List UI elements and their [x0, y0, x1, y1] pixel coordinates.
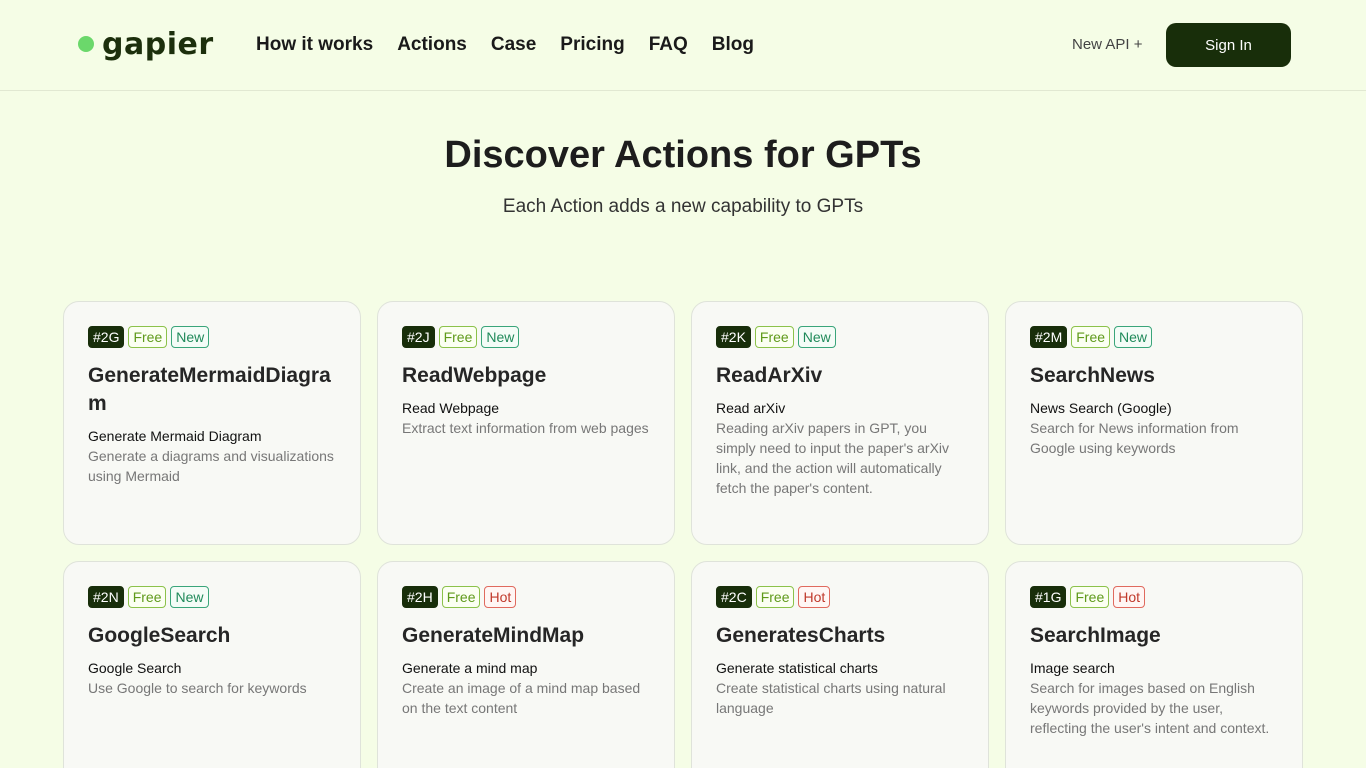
- action-card[interactable]: #2G Free New GenerateMermaidDiagram Gene…: [63, 301, 361, 545]
- action-card[interactable]: #2N Free New GoogleSearch Google Search …: [63, 561, 361, 768]
- card-subtitle: Generate statistical charts: [716, 660, 878, 676]
- page-title: Discover Actions for GPTs: [444, 134, 922, 176]
- card-subtitle: Generate Mermaid Diagram: [88, 428, 262, 444]
- nav-faq[interactable]: FAQ: [649, 33, 688, 57]
- card-tags: #2H Free Hot: [402, 586, 650, 608]
- action-id-badge: #2M: [1030, 326, 1068, 348]
- card-subtitle: Read arXiv: [716, 400, 786, 416]
- action-id-badge: #1G: [1030, 586, 1067, 608]
- action-card[interactable]: #2C Free Hot GeneratesCharts Generate st…: [691, 561, 989, 768]
- action-id-badge: #2H: [402, 586, 438, 608]
- card-tags: #2C Free Hot: [716, 586, 964, 608]
- status-badge: New: [481, 326, 520, 348]
- card-title: GeneratesCharts: [716, 624, 886, 647]
- status-badge: New: [171, 326, 210, 348]
- free-badge: Free: [128, 326, 168, 348]
- card-title: ReadArXiv: [716, 364, 823, 387]
- nav-blog[interactable]: Blog: [712, 33, 754, 57]
- action-card[interactable]: #2J Free New ReadWebpage Read Webpage Ex…: [377, 301, 675, 545]
- card-subtitle: Image search: [1030, 660, 1115, 676]
- card-subtitle: Generate a mind map: [402, 660, 538, 676]
- brand-name: gapier: [102, 26, 214, 62]
- top-header: gapier How it works Actions Case Pricing…: [0, 0, 1366, 91]
- free-badge: Free: [754, 326, 794, 348]
- free-badge: Free: [438, 326, 478, 348]
- logo-dot-icon: [78, 36, 94, 52]
- card-description: Create statistical charts using natural …: [716, 680, 946, 716]
- nav-how-it-works[interactable]: How it works: [256, 33, 373, 57]
- status-badge: Hot: [798, 586, 831, 608]
- action-id-badge: #2G: [88, 326, 125, 348]
- status-badge: Hot: [1113, 586, 1146, 608]
- status-badge: New: [1114, 326, 1153, 348]
- action-id-badge: #2K: [716, 326, 751, 348]
- card-subtitle: News Search (Google): [1030, 400, 1172, 416]
- new-api-link[interactable]: New API +: [1072, 36, 1142, 54]
- card-tags: #2G Free New: [88, 326, 336, 348]
- nav-pricing[interactable]: Pricing: [560, 33, 624, 57]
- card-tags: #2K Free New: [716, 326, 964, 348]
- main-nav: How it works Actions Case Pricing FAQ Bl…: [256, 33, 778, 57]
- card-title: GenerateMindMap: [402, 624, 585, 647]
- card-tags: #2N Free New: [88, 586, 336, 608]
- card-description: Generate a diagrams and visualizations u…: [88, 448, 334, 484]
- action-card[interactable]: #2H Free Hot GenerateMindMap Generate a …: [377, 561, 675, 768]
- card-subtitle: Google Search: [88, 660, 182, 676]
- free-badge: Free: [441, 586, 481, 608]
- card-tags: #2M Free New: [1030, 326, 1278, 348]
- card-title: GoogleSearch: [88, 624, 231, 647]
- card-title: GenerateMermaidDiagram: [88, 364, 331, 415]
- nav-case[interactable]: Case: [491, 33, 536, 57]
- card-tags: #2J Free New: [402, 326, 650, 348]
- status-badge: New: [170, 586, 209, 608]
- action-card[interactable]: #1G Free Hot SearchImage Image search Se…: [1005, 561, 1303, 768]
- card-title: SearchNews: [1030, 364, 1155, 387]
- brand-logo[interactable]: gapier: [78, 26, 214, 62]
- sign-in-button[interactable]: Sign In: [1166, 23, 1291, 67]
- card-title: SearchImage: [1030, 624, 1161, 647]
- free-badge: Free: [127, 586, 167, 608]
- free-badge: Free: [755, 586, 795, 608]
- action-card[interactable]: #2M Free New SearchNews News Search (Goo…: [1005, 301, 1303, 545]
- card-description: Reading arXiv papers in GPT, you simply …: [716, 420, 950, 496]
- card-description: Search for images based on English keywo…: [1030, 680, 1270, 736]
- card-description: Use Google to search for keywords: [88, 680, 307, 696]
- action-card[interactable]: #2K Free New ReadArXiv Read arXiv Readin…: [691, 301, 989, 545]
- card-description: Create an image of a mind map based on t…: [402, 680, 641, 716]
- action-id-badge: #2N: [88, 586, 124, 608]
- page-subtitle: Each Action adds a new capability to GPT…: [502, 196, 864, 217]
- card-description: Extract text information from web pages: [402, 420, 649, 436]
- action-id-badge: #2C: [716, 586, 752, 608]
- free-badge: Free: [1071, 326, 1111, 348]
- status-badge: Hot: [484, 586, 517, 608]
- free-badge: Free: [1070, 586, 1110, 608]
- card-description: Search for News information from Google …: [1030, 420, 1239, 456]
- card-subtitle: Read Webpage: [402, 400, 500, 416]
- action-id-badge: #2J: [402, 326, 435, 348]
- nav-actions[interactable]: Actions: [397, 33, 467, 57]
- card-tags: #1G Free Hot: [1030, 586, 1278, 608]
- card-title: ReadWebpage: [402, 364, 547, 387]
- status-badge: New: [797, 326, 836, 348]
